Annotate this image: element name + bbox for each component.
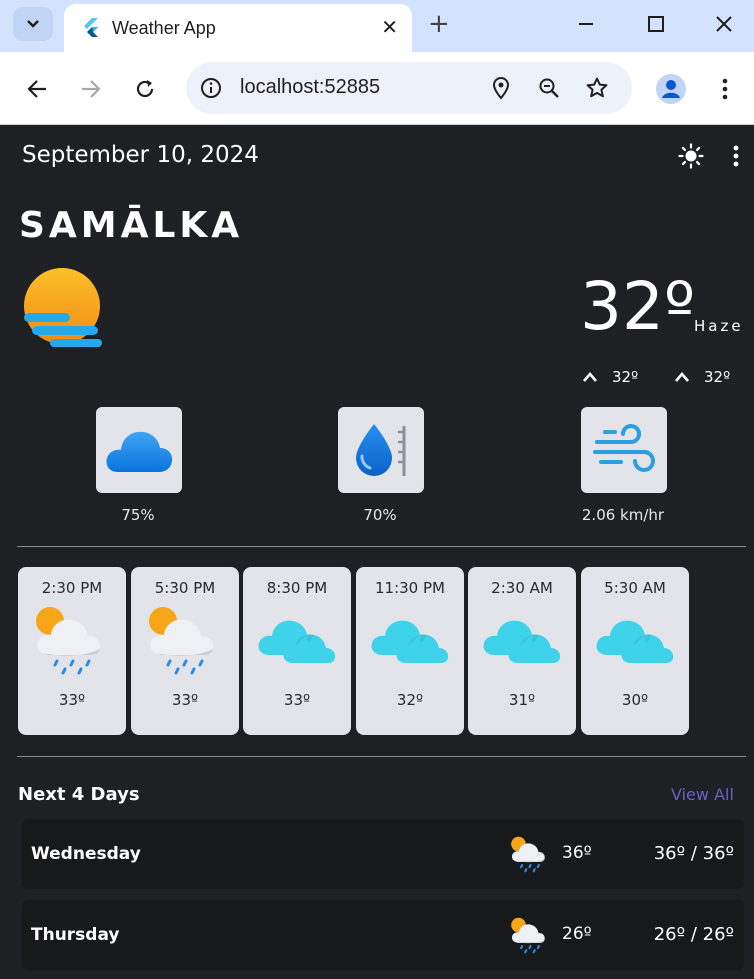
high-temp: 32º xyxy=(582,368,638,386)
tab-close-icon[interactable]: ✕ xyxy=(381,13,398,41)
reload-icon xyxy=(136,80,154,98)
city-name: SAMĀLKA xyxy=(19,205,244,246)
forecast-day-row[interactable]: Wednesday 36º 36º / 36º xyxy=(22,819,744,889)
back-button[interactable] xyxy=(20,72,54,106)
forecast-title: Next 4 Days xyxy=(18,784,140,805)
forecast-day-row[interactable]: Thursday 26º 26º / 26º xyxy=(22,900,744,970)
humidity-drop-icon xyxy=(356,424,406,476)
maximize-icon xyxy=(648,16,664,32)
forward-button[interactable] xyxy=(74,72,108,106)
new-tab-button[interactable]: + xyxy=(428,9,450,39)
bookmark-star-icon[interactable] xyxy=(584,75,610,101)
sun-theme-toggle-icon[interactable] xyxy=(678,143,704,169)
hourly-card[interactable]: 11:30 PM 32º xyxy=(356,567,464,735)
sun-cloud-rain-icon xyxy=(511,836,545,873)
cloud-icon xyxy=(106,431,173,472)
minimize-button[interactable] xyxy=(566,6,606,42)
url-text: localhost:52885 xyxy=(240,76,381,98)
forecast-day-range: 26º / 26º xyxy=(653,924,734,945)
forecast-day-temp: 26º xyxy=(562,924,592,944)
browser-menu-button[interactable] xyxy=(708,72,742,106)
close-icon xyxy=(716,16,732,32)
sun-haze-icon xyxy=(24,268,102,347)
wind-card xyxy=(581,407,667,493)
flutter-logo-icon xyxy=(84,18,98,37)
hourly-card[interactable]: 5:30 AM 30º xyxy=(581,567,689,735)
site-info-icon[interactable] xyxy=(198,75,224,101)
current-temperature: 32º xyxy=(580,268,696,345)
reload-button[interactable] xyxy=(128,72,162,106)
chevron-down-icon xyxy=(27,20,39,28)
browser-tab-bar: Weather App ✕ + xyxy=(0,0,754,52)
hourly-time: 11:30 PM xyxy=(375,579,445,597)
maximize-button[interactable] xyxy=(636,6,676,42)
view-all-link[interactable]: View All xyxy=(671,785,734,804)
divider xyxy=(17,756,746,757)
wind-icon xyxy=(593,424,655,472)
hourly-temp: 31º xyxy=(508,691,536,709)
hourly-card[interactable]: 2:30 AM 31º xyxy=(468,567,576,735)
forecast-day-name: Wednesday xyxy=(31,844,141,864)
hourly-time: 5:30 PM xyxy=(154,579,216,597)
zoom-icon[interactable] xyxy=(536,75,562,101)
chevron-up-icon xyxy=(583,372,597,382)
hourly-card[interactable]: 2:30 PM 33º xyxy=(18,567,126,735)
forecast-day-temp: 36º xyxy=(562,843,592,863)
divider xyxy=(17,546,746,547)
hourly-temp: 32º xyxy=(396,691,424,709)
minimize-icon xyxy=(579,23,593,25)
close-window-button[interactable] xyxy=(704,6,744,42)
low-temp: 32º xyxy=(674,368,730,386)
forward-arrow-icon xyxy=(82,80,101,98)
weather-app: September 10, 2024 SAMĀLKA 32º Haze 32º … xyxy=(4,125,754,979)
browser-toolbar: localhost:52885 xyxy=(0,52,754,125)
app-menu-icon[interactable] xyxy=(726,143,746,169)
hourly-card[interactable]: 5:30 PM 33º xyxy=(131,567,239,735)
address-bar[interactable]: localhost:52885 xyxy=(186,62,632,114)
tab-search-button[interactable] xyxy=(13,7,53,41)
cloud-icon xyxy=(483,620,561,663)
wind-value: 2.06 km/hr xyxy=(581,506,665,524)
sun-cloud-rain-icon xyxy=(511,917,545,954)
clouds-card xyxy=(96,407,182,493)
hourly-time: 2:30 PM xyxy=(41,579,103,597)
low-temp-value: 32º xyxy=(704,368,731,386)
hourly-card[interactable]: 8:30 PM 33º xyxy=(243,567,351,735)
current-date: September 10, 2024 xyxy=(22,142,259,168)
tab-title: Weather App xyxy=(112,18,216,38)
hourly-time: 8:30 PM xyxy=(266,579,328,597)
sun-cloud-rain-icon xyxy=(149,607,214,675)
kebab-menu-icon xyxy=(722,78,728,100)
hourly-time: 2:30 AM xyxy=(491,579,553,597)
profile-button[interactable] xyxy=(654,72,688,106)
forecast-day-name: Thursday xyxy=(31,925,120,945)
weather-condition: Haze xyxy=(694,317,744,335)
hourly-temp: 30º xyxy=(621,691,649,709)
chevron-up-icon xyxy=(675,372,689,382)
hourly-temp: 33º xyxy=(58,691,86,709)
hourly-temp: 33º xyxy=(171,691,199,709)
forecast-day-range: 36º / 36º xyxy=(653,843,734,864)
cloud-icon xyxy=(596,620,674,663)
profile-avatar-icon xyxy=(656,74,686,104)
clouds-value: 75% xyxy=(121,506,155,524)
back-arrow-icon xyxy=(27,80,46,98)
cloud-icon xyxy=(258,620,336,663)
high-temp-value: 32º xyxy=(612,368,639,386)
hourly-temp: 33º xyxy=(283,691,311,709)
hourly-time: 5:30 AM xyxy=(604,579,666,597)
location-pin-icon[interactable] xyxy=(488,75,514,101)
sun-cloud-rain-icon xyxy=(36,607,101,675)
humidity-value: 70% xyxy=(363,506,397,524)
cloud-icon xyxy=(371,620,449,663)
humidity-card xyxy=(338,407,424,493)
browser-tab[interactable]: Weather App ✕ xyxy=(64,4,412,52)
